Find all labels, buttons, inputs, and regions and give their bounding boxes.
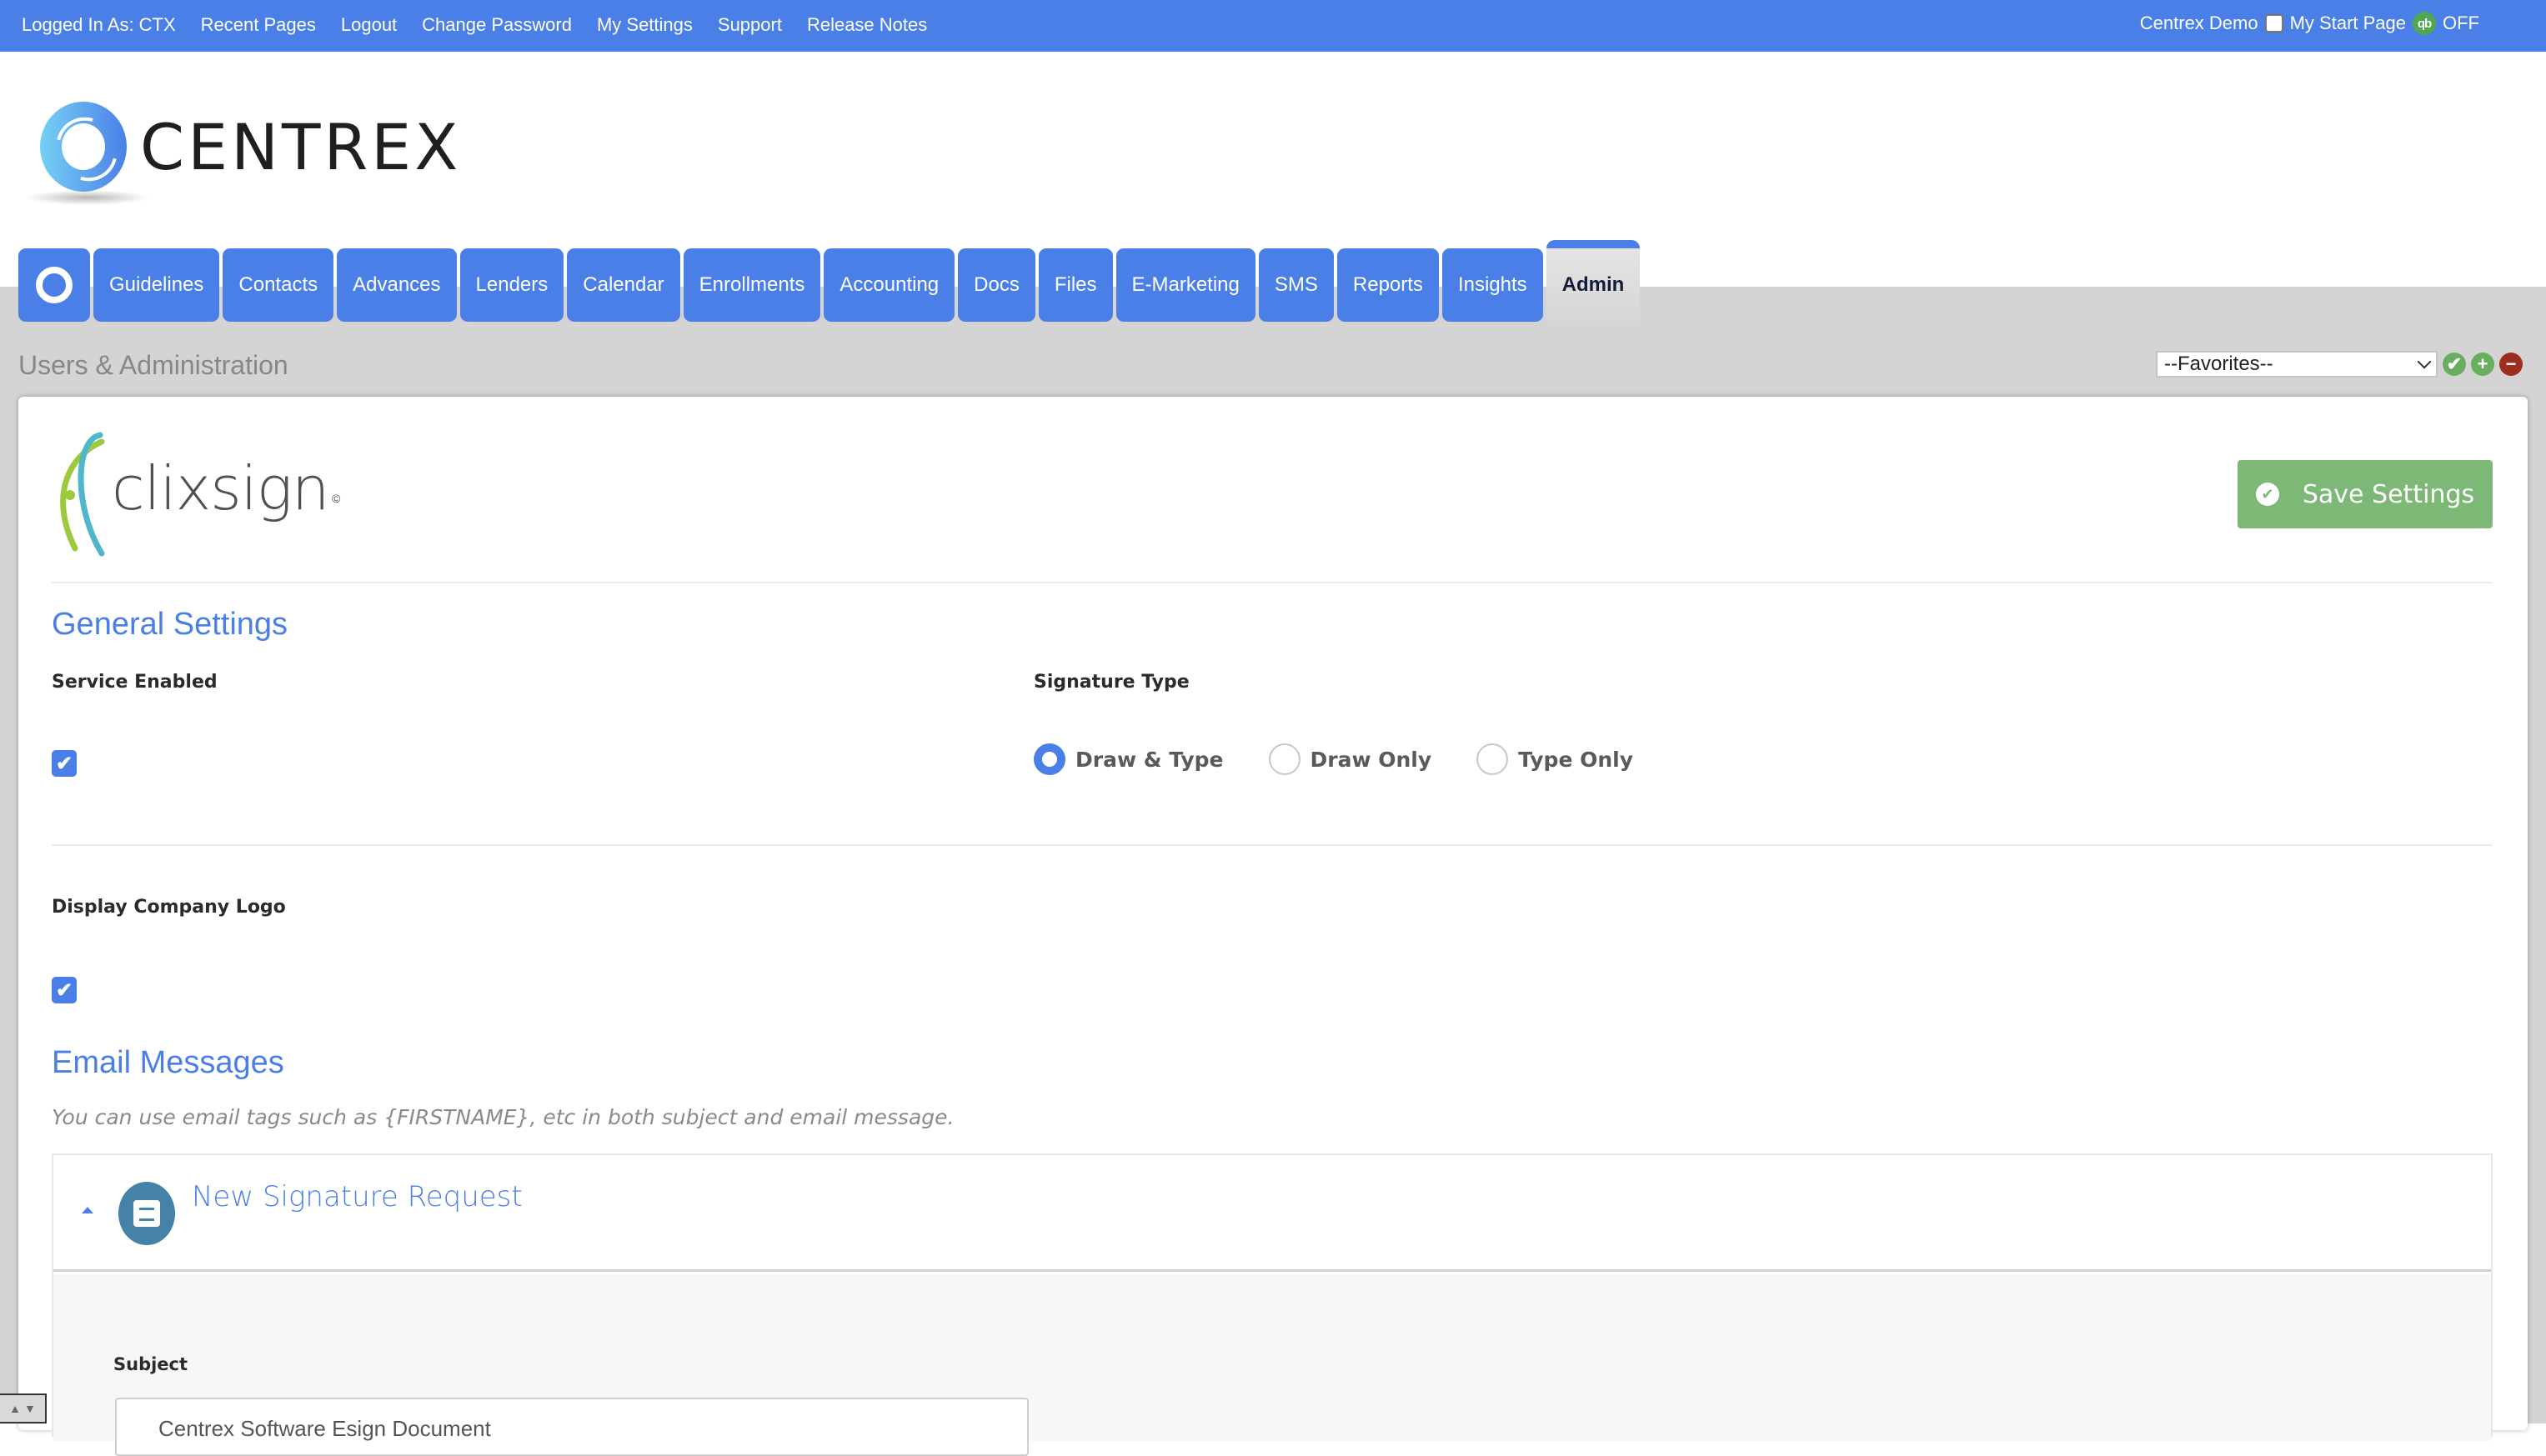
company-name: Centrex Demo	[2139, 13, 2258, 33]
panel-header[interactable]: New Signature Request	[53, 1155, 2491, 1272]
tab-calendar[interactable]: Calendar	[567, 248, 680, 322]
tab-files[interactable]: Files	[1038, 248, 1113, 322]
settings-card: clixsign © ✔ Save Settings General Setti…	[18, 397, 2528, 1456]
signature-option-draw-only[interactable]: Draw Only	[1268, 743, 1432, 775]
display-company-logo-checkbox[interactable]: ✔	[52, 977, 77, 1003]
favorites-bar: --Favorites-- ✔ + −	[2156, 351, 2523, 378]
tab-contacts[interactable]: Contacts	[223, 248, 334, 322]
email-messages-heading: Email Messages	[52, 1045, 284, 1080]
subject-input[interactable]: Centrex Software Esign Document	[115, 1398, 1029, 1456]
signature-option-type-only[interactable]: Type Only	[1476, 743, 1633, 775]
tab-advances[interactable]: Advances	[337, 248, 457, 322]
radio-selected[interactable]	[1034, 743, 1065, 775]
panel-title[interactable]: New Signature Request	[192, 1180, 523, 1213]
logo-text: CENTREX	[140, 110, 462, 184]
clixsign-wordmark: clixsign	[112, 453, 330, 523]
subject-label: Subject	[113, 1354, 188, 1374]
top-bar: Logged In As: CTX Recent Pages Logout Ch…	[0, 0, 2546, 52]
panel-body: Subject Centrex Software Esign Document	[53, 1274, 2491, 1456]
tab-reports[interactable]: Reports	[1336, 248, 1439, 322]
scroll-widget[interactable]: ▲ ▼	[0, 1393, 47, 1423]
logged-in-as: Logged In As: CTX	[22, 14, 176, 35]
centrex-swirl-icon	[40, 102, 127, 192]
tab-guidelines[interactable]: Guidelines	[93, 248, 220, 322]
my-start-page-checkbox[interactable]	[2264, 14, 2283, 33]
tab-home[interactable]	[18, 248, 90, 322]
copyright-mark: ©	[332, 492, 341, 505]
new-signature-request-panel: New Signature Request Subject Centrex So…	[52, 1153, 2493, 1456]
tab-lenders[interactable]: Lenders	[459, 248, 564, 322]
display-company-logo-label: Display Company Logo	[52, 897, 286, 918]
favorites-select[interactable]: --Favorites--	[2156, 351, 2438, 378]
divider	[52, 582, 2493, 583]
quickbooks-status: OFF	[2443, 13, 2479, 33]
tab-admin[interactable]: Admin	[1546, 240, 1641, 322]
quickbooks-icon[interactable]: qb	[2413, 12, 2436, 35]
clixsign-logo: clixsign ©	[50, 432, 350, 557]
signature-type-group: Draw & Type Draw Only Type Only	[1034, 743, 1633, 775]
page-title: Users & Administration	[18, 350, 288, 380]
change-password-link[interactable]: Change Password	[422, 14, 572, 36]
favorites-selected: --Favorites--	[2164, 353, 2273, 375]
main-nav: Guidelines Contacts Advances Lenders Cal…	[18, 240, 1641, 322]
radio-unselected[interactable]	[1476, 743, 1509, 775]
radio-label: Draw Only	[1310, 747, 1432, 772]
service-enabled-label: Service Enabled	[52, 672, 218, 693]
my-settings-link[interactable]: My Settings	[597, 14, 693, 36]
centrex-logo[interactable]: CENTREX	[25, 98, 458, 207]
radio-unselected[interactable]	[1268, 743, 1301, 775]
general-settings-heading: General Settings	[52, 607, 288, 642]
tab-insights[interactable]: Insights	[1441, 248, 1543, 322]
email-tags-hint: You can use email tags such as {FIRSTNAM…	[52, 1105, 955, 1129]
logo-shadow	[25, 190, 150, 205]
radio-label: Draw & Type	[1075, 747, 1224, 772]
tab-e-marketing[interactable]: E-Marketing	[1115, 248, 1255, 322]
support-link[interactable]: Support	[718, 14, 782, 36]
collapse-caret-icon[interactable]	[82, 1207, 93, 1213]
release-notes-link[interactable]: Release Notes	[807, 14, 927, 36]
signature-option-draw-and-type[interactable]: Draw & Type	[1034, 743, 1224, 775]
go-favorite-check-icon[interactable]: ✔	[2443, 353, 2466, 376]
add-favorite-plus-icon[interactable]: +	[2471, 353, 2494, 376]
save-settings-label: Save Settings	[2302, 479, 2475, 509]
scroll-down-icon[interactable]: ▼	[24, 1402, 36, 1415]
clixsign-swoosh-icon	[60, 432, 105, 557]
tab-enrollments[interactable]: Enrollments	[683, 248, 821, 322]
chevron-down-icon	[2417, 354, 2432, 369]
envelope-open-icon	[118, 1182, 175, 1245]
logout-link[interactable]: Logout	[341, 14, 397, 36]
signature-type-label: Signature Type	[1034, 672, 1190, 693]
tab-sms[interactable]: SMS	[1258, 248, 1334, 322]
service-enabled-checkbox[interactable]: ✔	[52, 750, 77, 777]
my-start-page-label: My Start Page	[2289, 13, 2406, 33]
check-circle-icon: ✔	[2255, 483, 2279, 506]
tab-docs[interactable]: Docs	[958, 248, 1035, 322]
divider	[52, 844, 2493, 846]
centrex-swirl-icon	[36, 267, 73, 303]
radio-label: Type Only	[1518, 747, 1634, 772]
save-settings-button[interactable]: ✔ Save Settings	[2238, 460, 2493, 528]
scroll-up-icon[interactable]: ▲	[9, 1402, 21, 1415]
recent-pages-link[interactable]: Recent Pages	[201, 14, 316, 36]
tab-accounting[interactable]: Accounting	[824, 248, 955, 322]
remove-favorite-minus-icon[interactable]: −	[2499, 353, 2523, 376]
